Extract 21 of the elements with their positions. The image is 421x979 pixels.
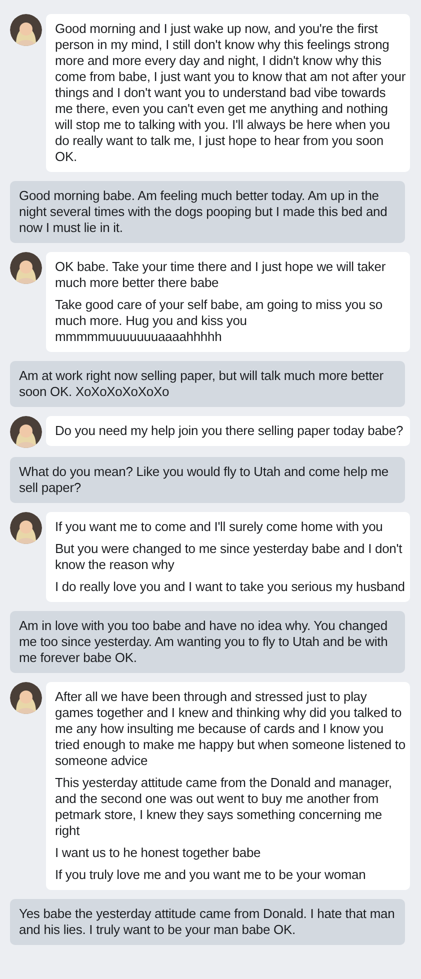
message-text: If you truly love me and you want me to be your woman	[55, 867, 367, 883]
message-text: Yes babe the yesterday attitude came from Donald. I hate that man and his lies. I truly want to be your man babe OK.	[19, 906, 396, 938]
avatar	[10, 14, 42, 46]
message-text: This yesterday attitude came from the Donald and manager, and the second one was out went to buy me another from petmark store, I knew they says something concerning me right	[55, 775, 393, 839]
message-text: Am at work right now selling paper, but will talk much more better soon OK. XoXoXoXoXoXo	[19, 368, 384, 400]
message-text: I do really love you and I want to take you serious my husband	[55, 579, 406, 595]
message-text: Take good care of your self babe, am going to miss you so much more. Hug you and kiss you mmmmmuuuuuuuaaaahhhhh	[55, 297, 384, 345]
message-text: Do you need my help join you there selling paper today babe?	[55, 423, 404, 439]
message-text: I want us to he honest together babe	[55, 845, 262, 861]
message-text: OK babe. Take your time there and I just hope we will taker much more better there babe	[55, 259, 387, 291]
avatar	[10, 682, 42, 714]
avatar	[10, 512, 42, 544]
message-text: Good morning and I just wake up now, and you're the first person in my mind, I still don't know why this feelings strong more and more every day and night, I didn't know why this come from babe, I just want you to know that am not after your things and I don't want you to understand bad vibe towards me there, even you can't even get me anything and nothing will stop me to talking with you. I'll always be here when you do really want to talk me, I just hope to hear from you soon OK.	[55, 21, 406, 165]
avatar	[10, 252, 42, 284]
message-text: Am in love with you too babe and have no idea why. You changed me too since yesterday. Am wanting you to fly to Utah and be with me forever babe OK.	[19, 618, 389, 666]
message-text: Good morning babe. Am feeling much better today. Am up in the night several times with the dogs pooping but I made this bed and now I must lie in it.	[19, 188, 388, 236]
message-text: After all we have been through and stressed just to play games together and I knew and thinking why did you talked to me any how insulting me because of cards and I know you tried enough to make me happy but when someone listened to someone advice	[55, 689, 406, 769]
message-text: But you were changed to me since yesterday babe and I don't know the reason why	[55, 541, 404, 573]
message-text: What do you mean? Like you would fly to Utah and come help me sell paper?	[19, 464, 390, 496]
avatar	[10, 416, 42, 448]
message-text: If you want me to come and I'll surely come home with you	[55, 519, 384, 535]
